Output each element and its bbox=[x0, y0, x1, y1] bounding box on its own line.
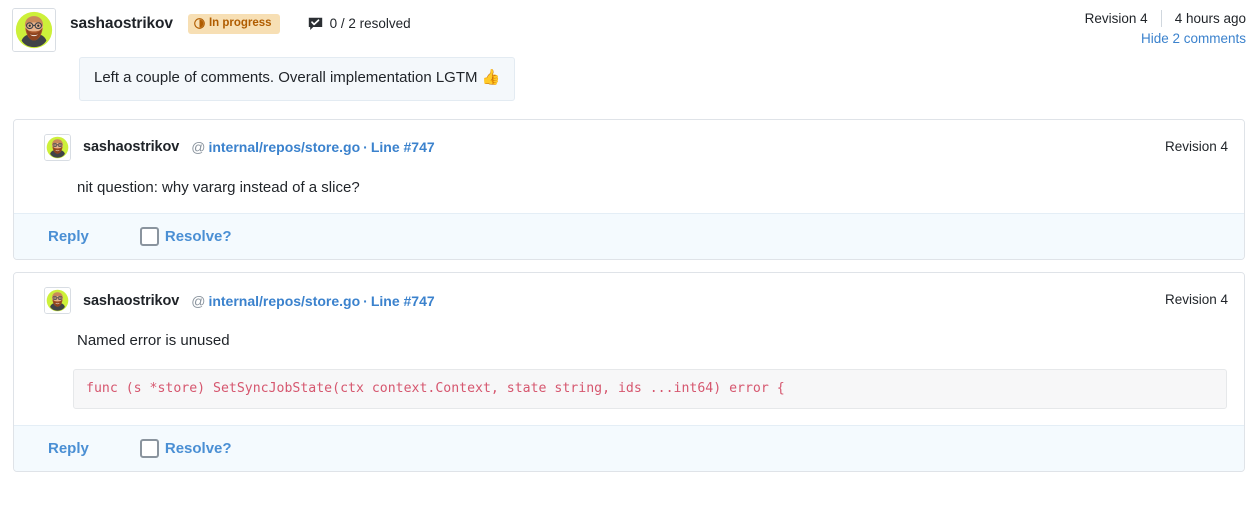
resolve-label[interactable]: Resolve? bbox=[165, 228, 232, 245]
at-sign: @ bbox=[191, 292, 206, 309]
separator: · bbox=[363, 292, 368, 309]
code-review-comments-panel: sashaostrikov In progress 0 / 2 resolved… bbox=[0, 0, 1258, 506]
separator: · bbox=[363, 139, 368, 156]
file-path-link[interactable]: internal/repos/store.go bbox=[208, 139, 360, 155]
code-snippet: func (s *store) SetSyncJobState(ctx cont… bbox=[73, 368, 1227, 409]
comment-revision: Revision 4 bbox=[1164, 138, 1228, 154]
comment-body: sashaostrikov @ internal/repos/store.go … bbox=[14, 273, 1244, 425]
avatar bbox=[44, 133, 71, 161]
file-path-link[interactable]: internal/repos/store.go bbox=[208, 293, 360, 309]
at-sign: @ bbox=[191, 139, 206, 156]
comment-footer: Reply Resolve? bbox=[14, 424, 1244, 471]
comment-card: sashaostrikov @ internal/repos/store.go … bbox=[13, 118, 1245, 261]
reply-button[interactable]: Reply bbox=[48, 440, 89, 457]
resolve-toggle[interactable]: Resolve? bbox=[139, 438, 232, 458]
comment-revision: Revision 4 bbox=[1164, 292, 1228, 308]
clock-icon bbox=[194, 18, 205, 30]
line-number-link[interactable]: Line #747 bbox=[371, 139, 435, 155]
comment-author: sashaostrikov bbox=[83, 292, 180, 309]
comment-footer: Reply Resolve? bbox=[14, 213, 1244, 260]
comment-card: sashaostrikov @ internal/repos/store.go … bbox=[13, 272, 1245, 472]
comment-author: sashaostrikov bbox=[83, 139, 180, 156]
comment-list: sashaostrikov @ internal/repos/store.go … bbox=[0, 118, 1258, 472]
resolve-toggle[interactable]: Resolve? bbox=[139, 227, 232, 247]
status-badge: In progress bbox=[187, 14, 280, 34]
reply-button[interactable]: Reply bbox=[48, 228, 89, 245]
comment-body: sashaostrikov @ internal/repos/store.go … bbox=[14, 119, 1244, 214]
status-badge-label: In progress bbox=[208, 17, 272, 29]
review-summary-right: Revision 4 4 hours ago Hide 2 comments bbox=[1085, 10, 1246, 46]
line-number-link[interactable]: Line #747 bbox=[371, 293, 435, 309]
comment-header: sashaostrikov @ internal/repos/store.go … bbox=[30, 133, 1228, 161]
review-author: sashaostrikov bbox=[70, 14, 173, 32]
review-summary: sashaostrikov In progress 0 / 2 resolved… bbox=[0, 0, 1258, 101]
resolved-count-label: 0 / 2 resolved bbox=[329, 16, 411, 32]
comment-check-icon bbox=[308, 17, 323, 31]
summary-timestamp: 4 hours ago bbox=[1174, 11, 1246, 26]
resolve-checkbox[interactable] bbox=[139, 227, 159, 247]
resolve-checkbox[interactable] bbox=[139, 438, 159, 458]
comment-text: Named error is unused bbox=[77, 332, 230, 350]
resolved-counter: 0 / 2 resolved bbox=[308, 16, 411, 31]
comment-header: sashaostrikov @ internal/repos/store.go … bbox=[30, 287, 1228, 315]
avatar bbox=[44, 287, 71, 315]
review-meta: sashaostrikov In progress 0 / 2 resolved bbox=[70, 14, 411, 34]
summary-message-text: Left a couple of comments. Overall imple… bbox=[94, 69, 482, 86]
avatar bbox=[12, 8, 56, 52]
revision-timestamp-row: Revision 4 4 hours ago bbox=[1085, 10, 1246, 27]
review-summary-message: Left a couple of comments. Overall imple… bbox=[79, 57, 516, 101]
hide-comments-link[interactable]: Hide 2 comments bbox=[1085, 31, 1246, 46]
comment-text: nit question: why vararg instead of a sl… bbox=[77, 178, 360, 196]
divider bbox=[1160, 10, 1162, 27]
resolve-label[interactable]: Resolve? bbox=[165, 440, 232, 457]
thumbs-up-emoji: 👍 bbox=[481, 69, 501, 86]
summary-revision: Revision 4 bbox=[1084, 11, 1148, 26]
review-summary-header: sashaostrikov In progress 0 / 2 resolved bbox=[12, 8, 1246, 52]
